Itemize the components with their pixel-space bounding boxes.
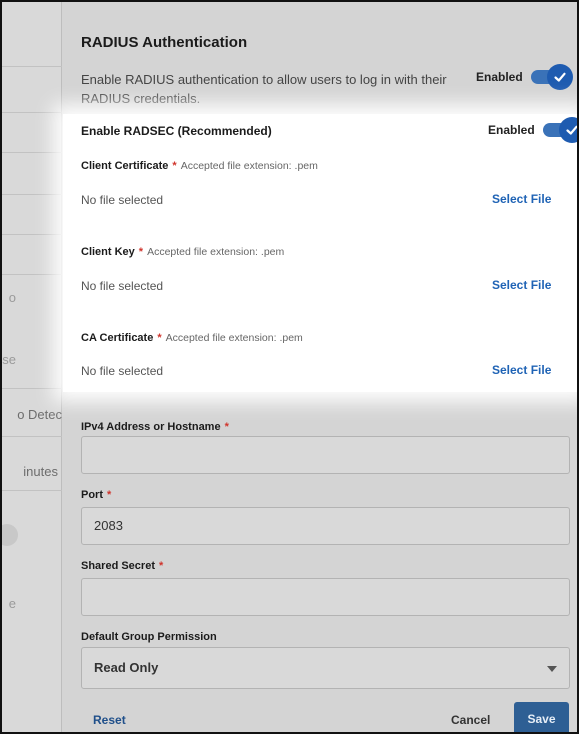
divider	[2, 274, 62, 275]
required-mark: *	[138, 246, 144, 258]
divider	[2, 490, 62, 491]
radius-switch[interactable]	[530, 64, 573, 90]
radsec-switch[interactable]	[542, 117, 577, 143]
divider	[2, 436, 62, 437]
ipv4-input[interactable]	[81, 436, 570, 474]
file-hint: Accepted file extension: .pem	[180, 160, 318, 172]
field-label-text: Client Certificate	[81, 160, 169, 172]
field-label-text: Port	[81, 489, 103, 501]
cancel-button[interactable]: Cancel	[451, 713, 490, 727]
ca-certificate-select-button[interactable]: Select File	[492, 363, 551, 377]
client-key-status: No file selected	[81, 279, 164, 293]
check-icon	[546, 64, 573, 90]
divider	[2, 152, 62, 153]
caret-down-icon	[547, 666, 557, 672]
divider	[2, 388, 62, 389]
client-key-label: Client Key * Accepted file extension: .pem	[81, 246, 284, 258]
modal-frame: o se o Detec inutes e RADIUS Authenticat…	[0, 0, 579, 734]
radsec-toggle[interactable]: Enabled	[488, 117, 577, 143]
group-permission-select[interactable]: Read Only	[81, 647, 570, 689]
divider	[2, 234, 62, 235]
background-column: o se o Detec inutes e	[2, 2, 62, 732]
field-label-text: CA Certificate	[81, 332, 154, 344]
background-fragment: inutes	[23, 464, 58, 479]
required-mark: *	[158, 560, 164, 572]
required-mark: *	[157, 332, 162, 344]
background-icon	[2, 524, 18, 546]
background-fragment: se	[2, 352, 16, 367]
divider	[2, 66, 62, 67]
file-hint: Accepted file extension: .pem	[147, 246, 285, 258]
client-key-select-button[interactable]: Select File	[492, 278, 551, 292]
ca-certificate-status: No file selected	[81, 364, 164, 378]
radsec-toggle-label: Enabled	[488, 123, 535, 137]
radius-title: RADIUS Authentication	[81, 34, 248, 51]
shared-secret-label: Shared Secret *	[81, 560, 167, 572]
field-label-text: Shared Secret	[81, 560, 155, 572]
reset-button[interactable]: Reset	[93, 713, 126, 727]
client-certificate-status: No file selected	[81, 193, 164, 207]
required-mark: *	[224, 421, 229, 433]
divider	[2, 194, 62, 195]
radius-description: Enable RADIUS authentication to allow us…	[81, 72, 447, 106]
shared-secret-input[interactable]	[81, 578, 570, 616]
file-hint: Accepted file extension: .pem	[165, 332, 303, 344]
field-label-text: IPv4 Address or Hostname	[81, 421, 221, 433]
check-icon	[558, 117, 577, 143]
radius-toggle[interactable]: Enabled	[476, 64, 573, 90]
ca-certificate-label: CA Certificate * Accepted file extension: …	[81, 332, 303, 344]
client-certificate-label: Client Certificate * Accepted file extensi…	[81, 160, 318, 172]
client-certificate-select-button[interactable]: Select File	[492, 192, 551, 206]
port-input[interactable]: 2083	[81, 507, 570, 545]
required-mark: *	[172, 160, 177, 172]
radsec-title: Enable RADSEC (Recommended)	[81, 124, 272, 138]
divider	[2, 112, 62, 113]
field-label-text: Client Key	[81, 246, 135, 258]
required-mark: *	[107, 489, 112, 501]
save-button[interactable]: Save	[514, 702, 569, 732]
background-fragment: e	[8, 596, 16, 611]
background-fragment: o Detec	[17, 407, 62, 422]
radius-toggle-label: Enabled	[476, 70, 523, 84]
ipv4-label: IPv4 Address or Hostname *	[81, 421, 233, 433]
background-fragment: o	[8, 290, 16, 305]
group-permission-value: Read Only	[94, 660, 159, 675]
group-permission-label: Default Group Permission	[81, 631, 217, 643]
port-label: Port *	[81, 489, 115, 501]
